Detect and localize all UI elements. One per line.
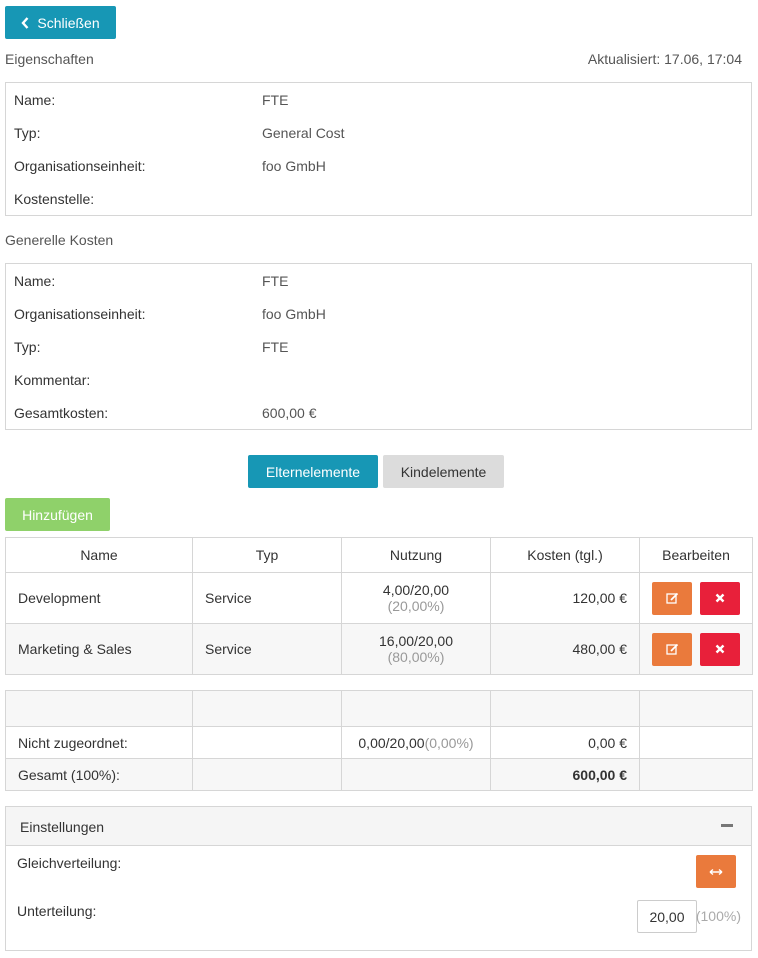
cost-row: Organisationseinheit: foo GmbH <box>14 306 743 326</box>
division-label: Unterteilung: <box>17 903 97 919</box>
summary-header-row <box>5 690 753 727</box>
division-percent: (100%) <box>695 908 741 924</box>
row-name: Marketing & Sales <box>5 623 193 675</box>
general-costs-title: Generelle Kosten <box>5 232 114 248</box>
property-row: Organisationseinheit: foo GmbH <box>14 158 743 178</box>
property-value: FTE <box>262 92 289 108</box>
settings-title: Einstellungen <box>20 819 105 835</box>
summary-empty-cell <box>341 690 491 727</box>
cost-key: Gesamtkosten: <box>14 405 109 421</box>
row-cost: 120,00 € <box>490 572 640 624</box>
usage-value: 4,00/20,00 <box>382 582 450 598</box>
cost-value: 600,00 € <box>262 405 317 421</box>
column-header-usage: Nutzung <box>341 537 491 573</box>
unassigned-usage: 0,00/20,00 <box>358 734 425 751</box>
summary-empty-cell <box>639 690 753 727</box>
usage-percent: (20,00%) <box>387 598 445 614</box>
summary-empty-cell <box>192 726 342 759</box>
properties-panel: Name: FTE Typ: General Cost Organisation… <box>5 82 752 216</box>
parents-table: Name Typ Nutzung Kosten (tgl.) Bearbeite… <box>5 537 753 675</box>
tab-parents[interactable]: Elternelemente <box>248 455 378 488</box>
table-header-row: Name Typ Nutzung Kosten (tgl.) Bearbeite… <box>5 537 753 573</box>
cost-value: FTE <box>262 273 289 289</box>
column-header-name: Name <box>5 537 193 573</box>
add-button[interactable]: Hinzufügen <box>5 498 110 531</box>
property-key: Typ: <box>14 125 41 141</box>
edit-icon <box>665 643 678 655</box>
row-type: Service <box>192 572 342 624</box>
row-type: Service <box>192 623 342 675</box>
cost-value: foo GmbH <box>262 306 326 322</box>
table-row: Marketing & Sales Service 16,00/20,00 (8… <box>5 623 753 675</box>
row-name: Development <box>5 572 193 624</box>
summary-empty-cell <box>192 758 342 791</box>
close-button-label: Schließen <box>37 14 100 31</box>
edit-button[interactable] <box>652 632 693 666</box>
property-key: Organisationseinheit: <box>14 158 146 174</box>
cost-row: Gesamtkosten: 600,00 € <box>14 405 743 425</box>
close-icon <box>715 644 725 654</box>
unassigned-usage-cell: 0,00/20,00(0,00%) <box>341 726 491 759</box>
cost-value: FTE <box>262 339 289 355</box>
unassigned-cost: 0,00 € <box>490 726 640 759</box>
updated-timestamp: Aktualisiert: 17.06, 17:04 <box>587 51 742 67</box>
unassigned-percent: (0,00%) <box>424 734 474 751</box>
column-header-type: Typ <box>192 537 342 573</box>
property-value: General Cost <box>262 125 345 141</box>
general-costs-panel: Name: FTE Organisationseinheit: foo GmbH… <box>5 263 752 430</box>
settings-header[interactable]: Einstellungen <box>6 807 751 846</box>
equal-distribution-label: Gleichverteilung: <box>17 855 122 871</box>
delete-button[interactable] <box>699 581 740 615</box>
cost-key: Name: <box>14 273 56 289</box>
unassigned-row: Nicht zugeordnet: 0,00/20,00(0,00%) 0,00… <box>5 726 753 759</box>
column-header-edit: Bearbeiten <box>639 537 753 573</box>
column-header-cost: Kosten (tgl.) <box>490 537 640 573</box>
summary-empty-cell <box>5 690 193 727</box>
property-value: foo GmbH <box>262 158 326 174</box>
tab-children[interactable]: Kindelemente <box>383 455 504 488</box>
row-actions <box>639 572 753 624</box>
delete-button[interactable] <box>699 632 740 666</box>
cost-key: Typ: <box>14 339 41 355</box>
edit-button[interactable] <box>652 581 693 615</box>
summary-empty-cell <box>341 758 491 791</box>
summary-empty-cell <box>639 726 753 759</box>
total-row: Gesamt (100%): 600,00 € <box>5 758 753 791</box>
total-cost: 600,00 € <box>490 758 640 791</box>
property-row: Kostenstelle: <box>14 191 743 211</box>
cost-row: Name: FTE <box>14 273 743 293</box>
total-label: Gesamt (100%): <box>5 758 193 791</box>
edit-icon <box>665 592 678 604</box>
settings-panel: Einstellungen Gleichverteilung: Untertei… <box>5 806 752 951</box>
row-cost: 480,00 € <box>490 623 640 675</box>
summary-empty-cell <box>192 690 342 727</box>
table-row: Development Service 4,00/20,00 (20,00%) … <box>5 572 753 624</box>
usage-value: 16,00/20,00 <box>379 633 453 649</box>
collapse-icon[interactable] <box>721 824 733 827</box>
cost-row: Kommentar: <box>14 372 743 392</box>
row-usage: 4,00/20,00 (20,00%) <box>341 572 491 624</box>
cost-key: Kommentar: <box>14 372 91 388</box>
close-icon <box>715 593 725 603</box>
summary-empty-cell <box>490 690 640 727</box>
chevron-left-icon <box>21 16 29 29</box>
property-key: Name: <box>14 92 56 108</box>
cost-key: Organisationseinheit: <box>14 306 146 322</box>
row-actions <box>639 623 753 675</box>
summary-table: Nicht zugeordnet: 0,00/20,00(0,00%) 0,00… <box>5 690 753 791</box>
summary-empty-cell <box>639 758 753 791</box>
arrows-horizontal-icon <box>709 868 723 875</box>
close-button[interactable]: Schließen <box>5 6 116 39</box>
properties-title: Eigenschaften <box>5 51 94 67</box>
property-row: Name: FTE <box>14 92 743 112</box>
unassigned-label: Nicht zugeordnet: <box>5 726 193 759</box>
row-usage: 16,00/20,00 (80,00%) <box>341 623 491 675</box>
usage-percent: (80,00%) <box>387 649 445 665</box>
property-key: Kostenstelle: <box>14 191 95 207</box>
property-row: Typ: General Cost <box>14 125 743 145</box>
division-input[interactable] <box>637 900 697 933</box>
equal-distribution-button[interactable] <box>696 855 736 888</box>
cost-row: Typ: FTE <box>14 339 743 359</box>
